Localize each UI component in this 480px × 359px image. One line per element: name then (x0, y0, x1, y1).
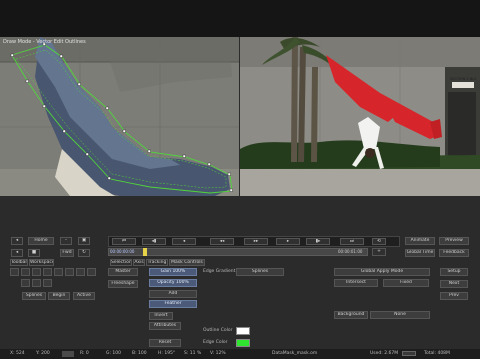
global-apply-mode-button[interactable]: Global Apply Mode (334, 268, 430, 276)
stop-icon[interactable]: ■ (28, 249, 40, 257)
go-to-end-button[interactable]: ⏭ (340, 238, 364, 245)
reset-button[interactable]: Reset (149, 339, 181, 347)
add-dropdown[interactable]: Add (149, 290, 197, 298)
feedback-button[interactable]: Feedback (439, 249, 469, 257)
top-bar (0, 0, 480, 37)
left-viewer-image (0, 37, 239, 196)
mode-dropdown[interactable]: Master (108, 268, 138, 276)
global-time-button[interactable]: Global Time (405, 249, 435, 257)
edge-color-label: Edge Color (203, 340, 228, 345)
tab-tracking[interactable]: Tracking (146, 259, 168, 266)
gain-slider[interactable]: Gain 100% (149, 268, 197, 276)
delete-icon[interactable] (43, 279, 52, 287)
attributes-button[interactable]: Attributes (149, 322, 181, 330)
status-total: Total: 408M (424, 351, 450, 356)
tab-axis[interactable]: Axis (133, 259, 145, 266)
hand-icon[interactable] (65, 268, 74, 276)
pause-button[interactable]: ◂◂ (210, 238, 234, 245)
tab-selection[interactable]: Selection (110, 259, 132, 266)
status-used: Used: 2.67M (370, 351, 399, 356)
play-reverse-button[interactable]: ◂ (172, 238, 196, 245)
transform-icon[interactable] (76, 268, 85, 276)
status-g: G: 100 (106, 351, 122, 356)
zoom-icon[interactable] (54, 268, 63, 276)
invert-button[interactable]: Invert (149, 312, 173, 320)
play-button[interactable]: ▸ (276, 238, 300, 245)
circle-icon[interactable] (43, 268, 52, 276)
add-key-button[interactable]: + (372, 248, 386, 256)
building-sign: SECTION 2 BLK (450, 77, 477, 81)
splines-button[interactable]: Splines (22, 292, 46, 300)
memory-meter (402, 351, 416, 356)
minus-button[interactable]: – (60, 237, 72, 245)
status-v: V: 12% (210, 351, 226, 356)
background-dropdown[interactable]: None (370, 311, 430, 319)
draw-icon[interactable] (21, 268, 30, 276)
rect-icon[interactable] (32, 268, 41, 276)
outline-color-swatch[interactable] (236, 327, 250, 335)
back-icon[interactable]: ◂ (11, 249, 23, 257)
edge-gradient-dropdown[interactable]: Splines (236, 268, 284, 276)
color-sample-swatch (62, 351, 74, 357)
right-viewer[interactable]: SECTION 2 BLK (240, 37, 480, 196)
eyedropper-icon[interactable] (87, 268, 96, 276)
loop-toggle-icon[interactable]: ⟲ (372, 238, 386, 245)
animate-button[interactable]: Animate (405, 237, 435, 245)
step-forward-button[interactable]: ▮▸ (306, 238, 330, 245)
outline-color-label: Outline Color (203, 328, 233, 333)
playhead-marker[interactable] (143, 248, 147, 256)
edge-color-swatch[interactable] (236, 339, 250, 347)
feather-button[interactable]: Feather (149, 300, 197, 308)
timecode-start: 00:00:00:00 (110, 249, 135, 254)
tab-workspace[interactable]: Workspace (29, 259, 54, 266)
opacity-slider[interactable]: Opacity 100% (149, 279, 197, 287)
timeline-track[interactable] (108, 248, 368, 256)
status-s: S: 11 % (184, 351, 202, 356)
fwd-button[interactable]: Fwd (60, 249, 74, 257)
home-button[interactable]: Home (28, 237, 54, 245)
timecode-end: 00:00:01:00 (338, 249, 363, 254)
background-label: Background (334, 311, 368, 319)
step-back-button[interactable]: ◂▮ (142, 238, 166, 245)
setup-button[interactable]: Setup (440, 268, 468, 276)
fixed-dropdown[interactable]: Fixed (383, 279, 429, 287)
lock-icon[interactable]: ▣ (78, 237, 90, 245)
edge-gradient-label: Edge Gradient (203, 269, 236, 274)
viewer-spacer (0, 196, 480, 234)
status-y: Y: 200 (36, 351, 50, 356)
diamond-icon[interactable] (32, 279, 41, 287)
prev-frame-button[interactable]: ◂ (11, 237, 23, 245)
play-pause-button[interactable]: ▸▸ (244, 238, 268, 245)
preview-button[interactable]: Preview (439, 237, 469, 245)
prev-button[interactable]: Prev (440, 292, 468, 300)
left-viewer-title: Draw Mode - Vector Edit Outlines (3, 39, 86, 45)
intersect-dropdown[interactable]: Intersect (334, 279, 378, 287)
freeshape-dropdown[interactable]: Freeshape (108, 280, 138, 288)
active-button[interactable]: Active (73, 292, 95, 300)
status-x: X: 524 (10, 351, 25, 356)
tab-mask-controls[interactable]: Mask Controls (169, 259, 205, 266)
status-b: B: 100 (132, 351, 147, 356)
tab-toolbar[interactable]: Toolbar (10, 259, 28, 266)
begin-button[interactable]: Begin (48, 292, 70, 300)
status-file: DataMask_mask.om (272, 351, 318, 356)
next-button[interactable]: Next (440, 280, 468, 288)
move-icon[interactable] (21, 279, 30, 287)
left-viewer[interactable]: Draw Mode - Vector Edit Outlines (0, 37, 239, 196)
status-r: R: 0 (80, 351, 89, 356)
status-h: H: 195° (158, 351, 176, 356)
go-to-start-button[interactable]: ⏮ (112, 238, 136, 245)
right-viewer-image (240, 37, 480, 196)
loop-icon[interactable]: ↻ (78, 249, 90, 257)
status-bar: X: 524 Y: 200 R: 0 G: 100 B: 100 H: 195°… (0, 349, 480, 359)
pointer-icon[interactable] (10, 268, 19, 276)
